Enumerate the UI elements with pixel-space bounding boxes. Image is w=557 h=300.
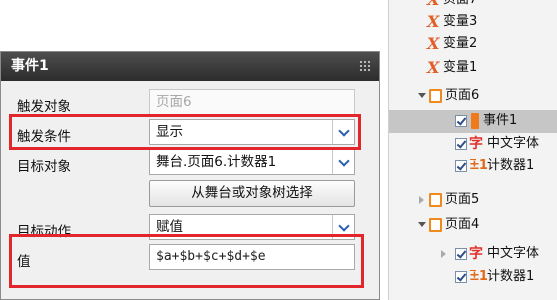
tree-item-label: 计数器1 — [487, 269, 535, 284]
trigger-object-label: 触发对象 — [17, 99, 71, 115]
tree-item-label: 变量1 — [443, 60, 478, 75]
tree-item[interactable]: X 页面7 — [389, 0, 557, 11]
target-object-select[interactable]: 舞台.页面6.计数器1 — [149, 149, 355, 175]
checkbox-icon[interactable] — [455, 248, 467, 260]
tree-item-event-selected[interactable]: 事件1 — [389, 110, 557, 133]
highlight-value — [9, 234, 364, 288]
counter-icon: ±1 — [469, 266, 488, 288]
expand-arrow-icon[interactable] — [441, 250, 446, 258]
text-icon: 字 — [469, 246, 483, 262]
tree-item-label: 中文字体 — [487, 246, 540, 261]
target-object-value: 舞台.页面6.计数器1 — [156, 154, 277, 170]
tree-item-label: 变量3 — [443, 14, 478, 29]
highlight-trigger-condition — [9, 114, 361, 150]
tree-item[interactable]: 字 中文字体 — [389, 133, 557, 155]
tree-item[interactable]: X 变量3 — [389, 11, 557, 33]
expand-arrow-icon[interactable] — [419, 196, 424, 204]
checkbox-icon[interactable] — [455, 271, 467, 283]
checkbox-icon[interactable] — [455, 115, 467, 127]
checkbox-icon[interactable] — [455, 138, 467, 150]
page-icon — [429, 193, 442, 207]
tree-item-label: 变量2 — [443, 36, 478, 51]
tree-item-label: 页面7 — [443, 0, 477, 11]
tree-item-label: 页面5 — [445, 192, 480, 207]
tree-item-page[interactable]: 页面4 — [389, 214, 557, 236]
target-action-value: 赋值 — [156, 219, 183, 235]
page-icon — [429, 218, 442, 232]
panel-title: 事件1 — [11, 58, 49, 74]
tree-item[interactable]: X 变量2 — [389, 33, 557, 55]
tree-item-label: 中文字体 — [487, 136, 540, 151]
trigger-object-value: 页面6 — [156, 94, 192, 110]
tree-item-label: 页面4 — [445, 217, 480, 232]
variable-icon: X — [427, 0, 439, 9]
panel-header: 事件1 — [1, 52, 379, 81]
checkbox-icon[interactable] — [455, 160, 467, 172]
chevron-down-icon[interactable] — [332, 150, 354, 174]
counter-icon: ±1 — [469, 155, 488, 177]
variable-icon: X — [427, 34, 440, 53]
tree-item-page[interactable]: 页面5 — [389, 189, 557, 211]
expand-arrow-icon[interactable] — [418, 93, 426, 98]
trigger-object-field: 页面6 — [149, 89, 355, 115]
target-object-label: 目标对象 — [17, 159, 71, 175]
tree-item-label: 页面6 — [445, 88, 480, 103]
tree-item-label: 计数器1 — [487, 158, 535, 173]
expand-arrow-icon[interactable] — [418, 222, 426, 227]
tree-item[interactable]: ±1 计数器1 — [389, 266, 557, 288]
variable-icon: X — [427, 12, 440, 31]
variable-icon: X — [427, 58, 440, 77]
tree-item[interactable]: 字 中文字体 — [389, 243, 557, 265]
tree-item-label: 事件1 — [483, 113, 518, 128]
event-icon — [471, 113, 479, 129]
object-tree: X 页面7 X 变量3 X 变量2 X 变量1 页面6 事件1 字 中文字体 ±… — [388, 0, 557, 300]
tree-item-page[interactable]: 页面6 — [389, 85, 557, 107]
text-icon: 字 — [469, 136, 483, 152]
select-from-stage-button[interactable]: 从舞台或对象树选择 — [149, 180, 355, 207]
tree-item[interactable]: X 变量1 — [389, 57, 557, 79]
tree-item[interactable]: ±1 计数器1 — [389, 155, 557, 177]
page-icon — [429, 89, 442, 103]
grip-icon[interactable] — [359, 60, 371, 72]
